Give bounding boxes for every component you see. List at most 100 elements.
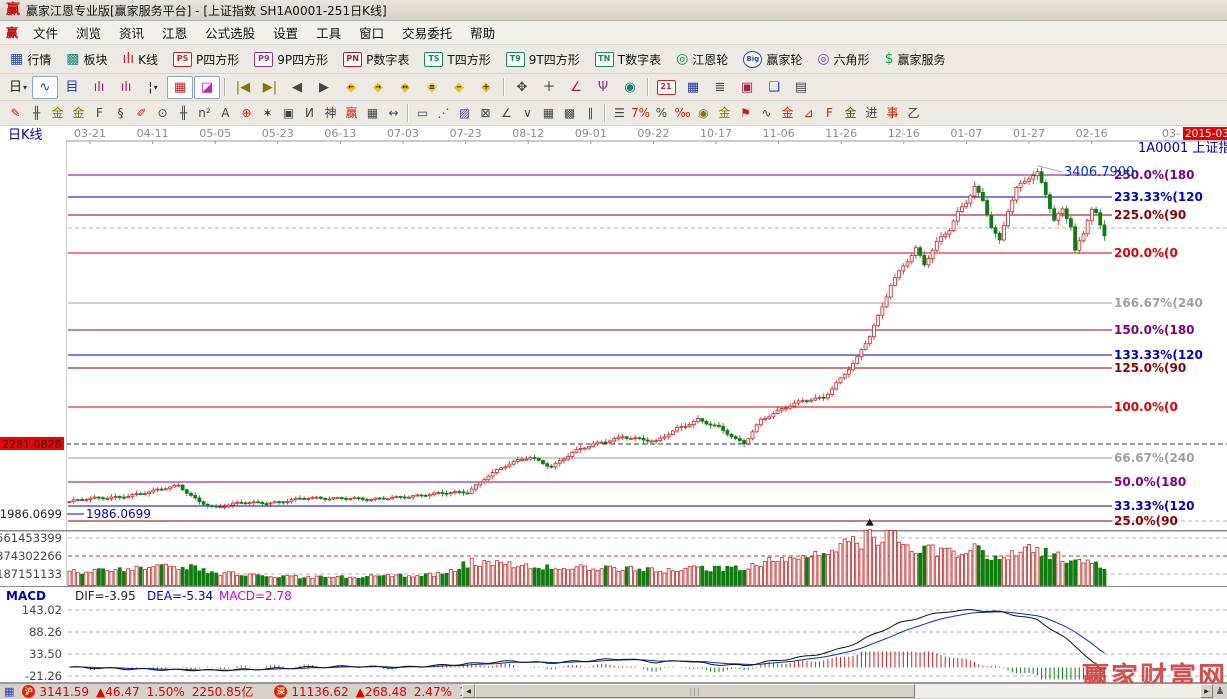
last-page-button[interactable]: ▶| [257,76,283,99]
gann-gold-time-tool[interactable]: 金 [47,104,68,123]
nine-bar-combine-button[interactable]: ılı [113,76,139,99]
gann-target-tool[interactable]: ⊕ [236,104,257,123]
gann-fan-tool[interactable]: ⋰ [433,104,454,123]
save-button[interactable]: ▣ [734,76,760,99]
calculator-button[interactable]: ▦ [680,76,706,99]
export-button[interactable]: ❏ [761,76,787,99]
sectors-button[interactable]: ▩板块 [61,49,112,70]
three-bar-combine-button[interactable]: ılı [86,76,112,99]
box-range-tool[interactable]: ▭ [412,104,433,123]
permille-tool[interactable]: ‰ [672,104,693,123]
pencil-tool[interactable]: ✎ [5,104,26,123]
next-page-button[interactable]: ▶ [311,76,337,99]
menu-item-window[interactable]: 窗口 [350,21,393,44]
golden-section-tool[interactable]: 金 [714,104,735,123]
scroll-left-diamond-button[interactable]: ◆← [338,76,364,99]
expand-horizontal-button[interactable]: ◆↔ [392,76,418,99]
menu-item-file[interactable]: 文件 [24,21,67,44]
compress-horizontal-button[interactable]: ◆≡ [419,76,445,99]
cross-box-tool[interactable]: ⊠ [475,104,496,123]
prev-page-button[interactable]: ◀ [284,76,310,99]
p-square-button[interactable]: PSP四方形 [168,49,244,70]
menu-item-trade-order[interactable]: 交易委托 [393,21,461,44]
time-cycle-tool[interactable]: ⊙ [152,104,173,123]
brush-tool[interactable]: ✐ [131,104,152,123]
nine-p-square-button[interactable]: P99P四方形 [249,49,333,70]
dense-grid-tool[interactable]: ▩ [559,104,580,123]
fan-box-tool[interactable]: ▨ [454,104,475,123]
first-page-button[interactable]: |◀ [230,76,256,99]
t-number-table-button[interactable]: TNT数字表 [590,49,666,70]
menu-item-gann[interactable]: 江恩 [153,21,196,44]
winner-service-button[interactable]: $赢家服务 [880,49,951,70]
compression-chart-button[interactable]: ∿ [32,76,58,99]
scroll-right-diamond-button[interactable]: ◆→ [365,76,391,99]
spiral-tool[interactable]: § [110,104,131,123]
nine-t-square-button[interactable]: T99T四方形 [501,49,585,70]
scroll-right-arrow[interactable]: ▶ [1200,684,1213,698]
notes-button[interactable]: ≣ [707,76,733,99]
square-target-tool[interactable]: ▣ [278,104,299,123]
jin-angle-tool[interactable]: 进 [861,104,882,123]
wave-angle-tool[interactable]: ∿ [756,104,777,123]
seven-percent-tool[interactable]: 7% [630,104,651,123]
shen-grid-tool[interactable]: 神 [320,104,341,123]
color-volume-button[interactable]: ◪ [194,76,220,99]
quote-mark-tool[interactable]: И [299,104,320,123]
grid-overlay-tool[interactable]: ▦ [538,104,559,123]
scrollbar-thumb[interactable]: ||| [475,684,915,698]
star-burst-tool[interactable]: ✶ [257,104,278,123]
pattern-mark-button[interactable]: ▦ [167,76,193,99]
width-measure-tool[interactable]: ↔ [383,104,404,123]
n-square-grid-tool[interactable]: n² [194,104,215,123]
comb-lines-tool[interactable]: ╫ [173,104,194,123]
angle-measure-button[interactable]: ∠ [563,76,589,99]
menu-item-news[interactable]: 资讯 [110,21,153,44]
p-number-table-button[interactable]: PNP数字表 [338,49,414,70]
angle-line-tool[interactable]: A [215,104,236,123]
info-panel-button[interactable]: 目 [59,76,85,99]
yi-angle-tool[interactable]: 乙 [903,104,924,123]
period-day-dropdown[interactable]: 日▾ [5,76,31,99]
print-button[interactable]: ▤ [788,76,814,99]
hand-tool-button[interactable]: ✥ [509,76,535,99]
j-angle-tool[interactable]: ⊿ [798,104,819,123]
crosshair-tool-button[interactable]: ＋ [536,76,562,99]
horizontal-scrollbar[interactable]: ◀ ||| ▶ [462,684,1213,698]
menu-item-settings[interactable]: 设置 [264,21,307,44]
gold-angle-tool[interactable]: 金 [840,104,861,123]
golden-circle-tool[interactable]: ◉ [693,104,714,123]
winner-wheel-button[interactable]: Big赢家轮 [738,49,807,70]
multi-angle-tool[interactable]: ∠ [496,104,517,123]
yingjia-grid-tool[interactable]: 赢 [341,104,362,123]
gann-gold-time-tool-2[interactable]: 金 [68,104,89,123]
kline-button[interactable]: ılıK线 [118,49,164,70]
measure-lines-tool[interactable]: ☰ [609,104,630,123]
percent-tool[interactable]: % [651,104,672,123]
pattern-search-button[interactable]: Ψ [590,76,616,99]
flag-mark-tool[interactable]: ⚑ [735,104,756,123]
shi-angle-tool[interactable]: 事 [882,104,903,123]
wave-tool[interactable]: ∨ [517,104,538,123]
gann-wheel-button[interactable]: ◎江恩轮 [671,49,733,70]
f-angle-tool[interactable]: F [819,104,840,123]
menu-item-tools[interactable]: 工具 [307,21,350,44]
calendar-button[interactable]: 21 [653,76,679,99]
menu-item-formula-stock-pick[interactable]: 公式选股 [196,21,264,44]
scroll-left-arrow[interactable]: ◀ [462,684,475,698]
quotes-button[interactable]: ▦行情 [5,49,56,70]
price-ruler-grid-tool[interactable]: ▦ [362,104,383,123]
t-square-button[interactable]: TST四方形 [419,49,495,70]
golden-ratio-lines-tool[interactable]: 金 [777,104,798,123]
time-division-lines-tool[interactable]: ╫ [26,104,47,123]
parallel-lines-tool[interactable]: ∥ [580,104,601,123]
quote-grid-icon[interactable]: ▦ [4,686,14,697]
fibonacci-grid-tool[interactable]: F [89,104,110,123]
zoom-out-button[interactable]: ◆− [446,76,472,99]
candle-style-dropdown[interactable]: ¦▾ [140,76,166,99]
zoom-in-button[interactable]: ◆＋ [473,76,499,99]
menu-item-help[interactable]: 帮助 [461,21,504,44]
menu-item-browse[interactable]: 浏览 [67,21,110,44]
smart-analysis-button[interactable]: ◉ [617,76,643,99]
hexagon-button[interactable]: ◎六角形 [812,49,874,70]
